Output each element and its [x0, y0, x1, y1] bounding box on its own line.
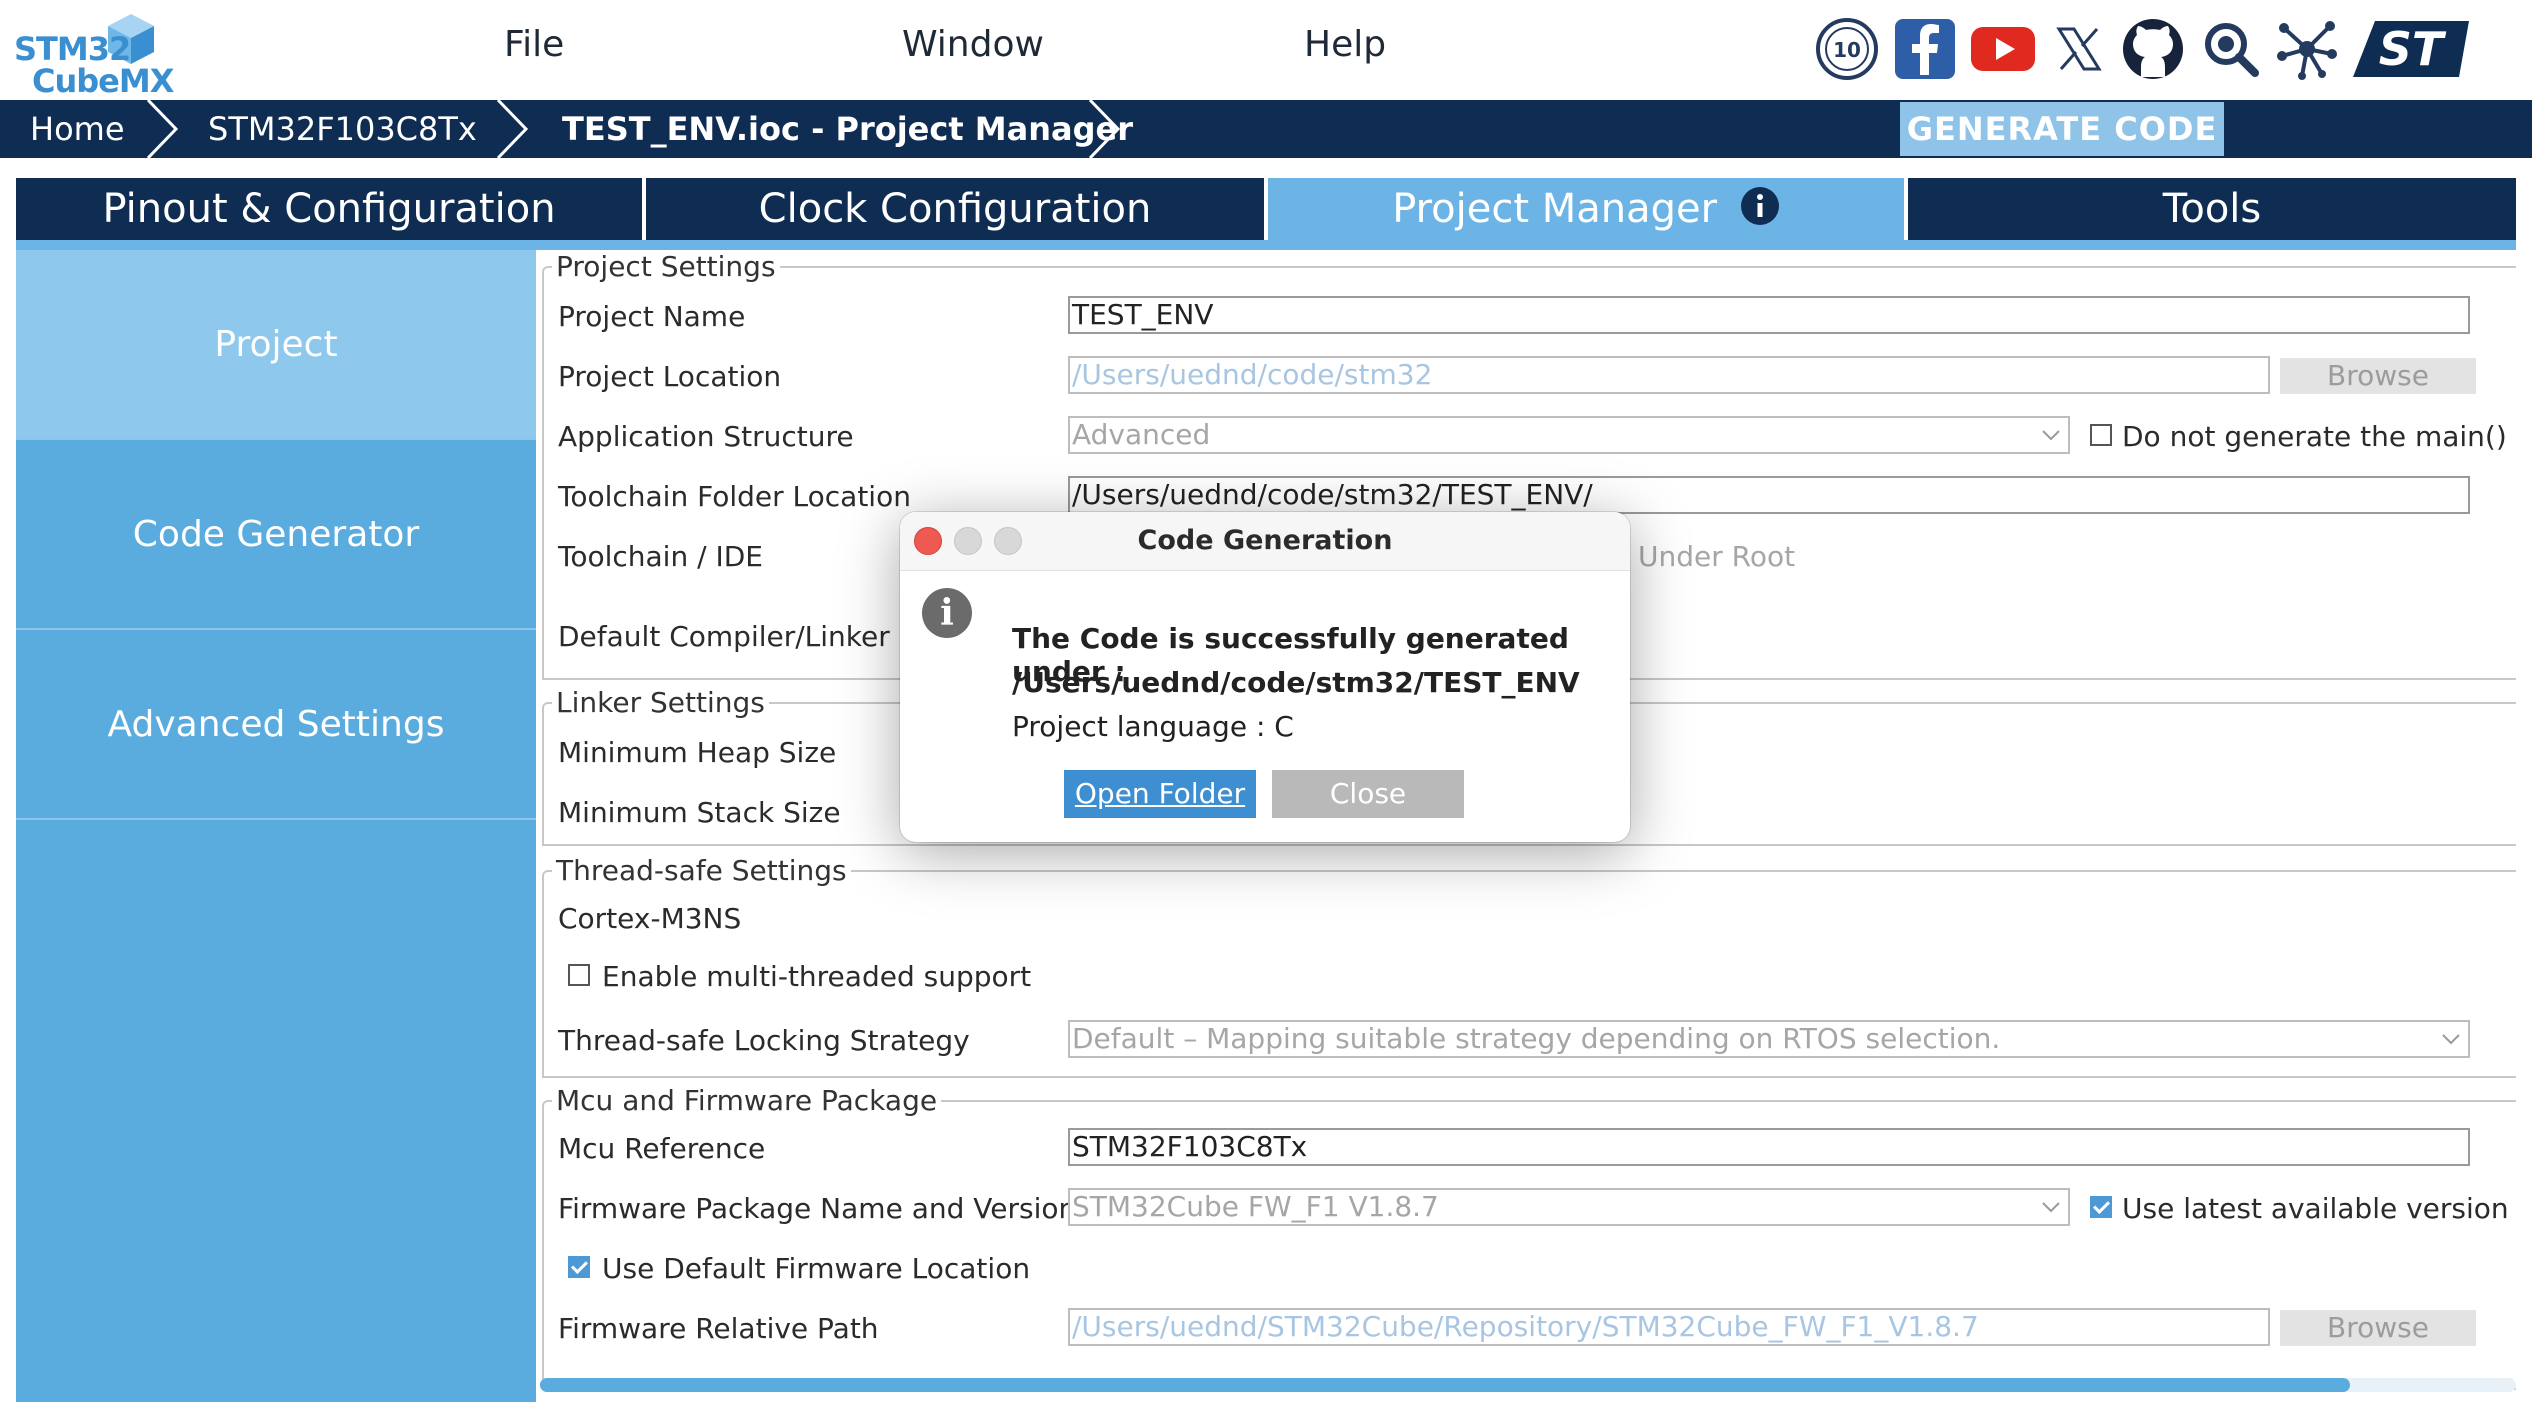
anniversary-10-icon[interactable]: 10 [1812, 14, 1882, 84]
breadcrumb-mcu[interactable]: STM32F103C8Tx [208, 100, 477, 158]
minimum-stack-size-label: Minimum Stack Size [558, 796, 841, 829]
application-structure-select[interactable]: Advanced [1068, 416, 2070, 454]
cortex-core-label: Cortex-M3NS [558, 902, 742, 935]
info-icon[interactable] [1740, 186, 1780, 226]
breadcrumb-chevron-icon [496, 100, 529, 158]
tab-project-manager-label: Project Manager [1392, 186, 1718, 232]
firmware-package-select[interactable]: STM32Cube FW_F1 V1.8.7 [1068, 1188, 2070, 1226]
st-logo-icon[interactable]: ST [2352, 14, 2472, 84]
mcu-reference-label: Mcu Reference [558, 1132, 766, 1165]
group-title: Thread-safe Settings [552, 854, 851, 887]
menu-file[interactable]: File [504, 24, 564, 65]
toolchain-ide-label: Toolchain / IDE [558, 540, 763, 573]
github-icon[interactable] [2118, 14, 2188, 84]
menu-window[interactable]: Window [902, 24, 1044, 65]
tab-underline [16, 240, 2516, 250]
multi-thread-label: Enable multi-threaded support [602, 960, 1032, 993]
youtube-icon[interactable] [1968, 14, 2038, 84]
code-generation-dialog: Code Generation i The Code is successful… [900, 512, 1630, 842]
firmware-path-browse-button[interactable]: Browse [2280, 1310, 2476, 1346]
firmware-relative-path-label: Firmware Relative Path [558, 1312, 879, 1345]
firmware-relative-path-input[interactable]: /Users/uednd/STM32Cube/Repository/STM32C… [1068, 1308, 2270, 1346]
x-icon[interactable] [2044, 14, 2114, 84]
close-button[interactable]: Close [1272, 770, 1464, 818]
dialog-titlebar: Code Generation [900, 512, 1630, 571]
breadcrumb-home[interactable]: Home [30, 100, 125, 158]
no-main-label: Do not generate the main() [2122, 420, 2507, 453]
mcu-reference-input[interactable]: STM32F103C8Tx [1068, 1128, 2470, 1166]
use-latest-version-checkbox[interactable] [2090, 1196, 2112, 1218]
tab-project-manager[interactable]: Project Manager [1268, 178, 1908, 240]
top-menu-bar: STM32 CubeMX File Window Help 10 ST [0, 0, 2532, 100]
info-icon: i [922, 588, 972, 638]
group-title: Mcu and Firmware Package [552, 1084, 942, 1117]
dialog-title: Code Generation [1137, 525, 1393, 556]
chevron-down-icon [2442, 1034, 2460, 1045]
use-default-firmware-location-checkbox[interactable] [568, 1256, 590, 1278]
application-structure-label: Application Structure [558, 420, 854, 453]
locking-strategy-value: Default – Mapping suitable strategy depe… [1072, 1022, 2001, 1055]
search-community-icon[interactable] [2196, 14, 2266, 84]
sidebar-item-code-generator[interactable]: Code Generator [16, 440, 536, 630]
use-default-firmware-location-label: Use Default Firmware Location [602, 1252, 1031, 1285]
generate-code-button[interactable]: GENERATE CODE [1900, 102, 2224, 156]
sidebar-item-advanced-settings[interactable]: Advanced Settings [16, 630, 536, 820]
dialog-message-path: /Users/uednd/code/stm32/TEST_ENV [1012, 666, 1580, 699]
svg-text:ST: ST [2379, 22, 2447, 76]
locking-strategy-select[interactable]: Default – Mapping suitable strategy depe… [1068, 1020, 2470, 1058]
project-name-input[interactable]: TEST_ENV [1068, 296, 2470, 334]
sidebar: Project Code Generator Advanced Settings [16, 250, 536, 1402]
tab-clock-configuration[interactable]: Clock Configuration [646, 178, 1268, 240]
default-compiler-label: Default Compiler/Linker [558, 620, 890, 653]
network-icon[interactable] [2272, 14, 2342, 84]
firmware-package-label: Firmware Package Name and Version [558, 1192, 1077, 1225]
breadcrumb-chevron-icon [146, 100, 179, 158]
sidebar-item-project[interactable]: Project [16, 250, 536, 440]
firmware-package-value: STM32Cube FW_F1 V1.8.7 [1072, 1190, 1439, 1223]
project-location-label: Project Location [558, 360, 782, 393]
open-folder-button[interactable]: Open Folder [1064, 770, 1256, 818]
project-location-browse-button[interactable]: Browse [2280, 358, 2476, 394]
main-tabs: Pinout & Configuration Clock Configurati… [16, 178, 2516, 240]
dialog-message-language: Project language : C [1012, 710, 1294, 743]
toolchain-folder-input[interactable]: /Users/uednd/code/stm32/TEST_ENV/ [1068, 476, 2470, 514]
chevron-down-icon [2042, 430, 2060, 441]
svg-text:10: 10 [1833, 38, 1861, 62]
menu-help[interactable]: Help [1304, 24, 1386, 65]
logo-text-cubemx: CubeMX [32, 62, 174, 100]
stm32cubemx-logo: STM32 CubeMX [12, 8, 174, 100]
chevron-down-icon [2042, 1202, 2060, 1213]
group-title: Linker Settings [552, 686, 769, 719]
locking-strategy-label: Thread-safe Locking Strategy [558, 1024, 970, 1057]
horizontal-scrollbar-thumb[interactable] [540, 1378, 2350, 1392]
tab-tools[interactable]: Tools [1908, 178, 2516, 240]
multi-thread-checkbox[interactable] [568, 964, 590, 986]
breadcrumb-chevron-icon [1088, 100, 1121, 158]
group-title: Project Settings [552, 250, 780, 283]
minimum-heap-size-label: Minimum Heap Size [558, 736, 837, 769]
under-root-label[interactable]: Under Root [1638, 540, 1795, 573]
application-structure-value: Advanced [1072, 418, 1211, 451]
tab-pinout-configuration[interactable]: Pinout & Configuration [16, 178, 646, 240]
toolchain-folder-label: Toolchain Folder Location [558, 480, 911, 513]
no-main-checkbox[interactable] [2090, 424, 2112, 446]
project-name-label: Project Name [558, 300, 746, 333]
facebook-icon[interactable] [1890, 14, 1960, 84]
use-latest-version-label: Use latest available version [2122, 1192, 2509, 1225]
breadcrumb-project[interactable]: TEST_ENV.ioc - Project Manager [562, 100, 1133, 158]
project-location-input[interactable]: /Users/uednd/code/stm32 [1068, 356, 2270, 394]
